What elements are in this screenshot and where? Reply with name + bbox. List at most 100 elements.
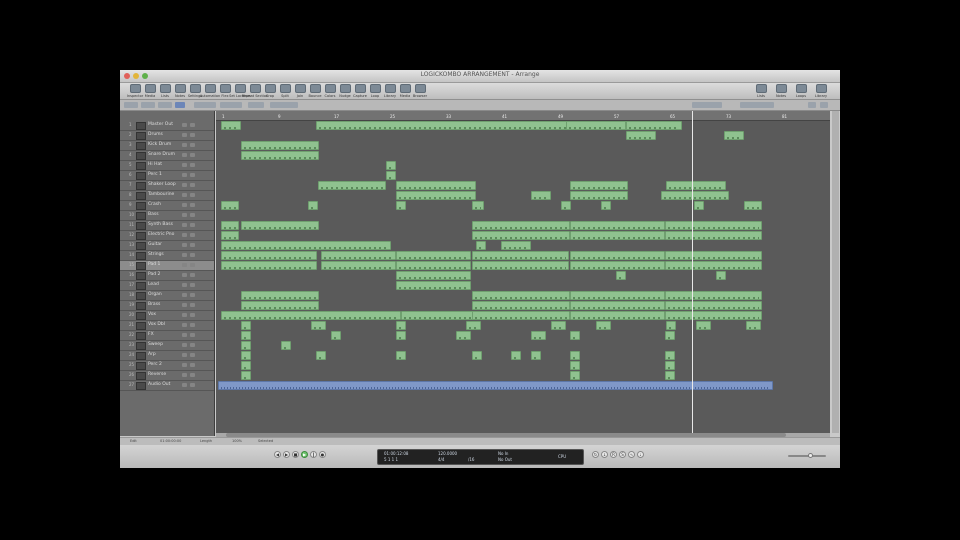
solo-button[interactable] — [190, 143, 195, 147]
rewind-button[interactable]: ◀ — [274, 451, 281, 458]
midi-region[interactable] — [570, 181, 628, 190]
track-name[interactable]: Tambourine — [148, 192, 174, 197]
track-name[interactable]: Sweep — [148, 342, 163, 347]
midi-region[interactable] — [241, 151, 319, 160]
solo-button[interactable] — [190, 193, 195, 197]
midi-region[interactable] — [661, 191, 729, 200]
solo-button[interactable] — [190, 333, 195, 337]
midi-region[interactable] — [396, 331, 406, 340]
midi-region[interactable] — [241, 361, 251, 370]
solo-button[interactable] — [190, 183, 195, 187]
mute-button[interactable] — [182, 133, 187, 137]
solo-button[interactable] — [190, 213, 195, 217]
view-toggle[interactable] — [175, 102, 185, 108]
midi-region[interactable] — [570, 261, 665, 270]
midi-region[interactable] — [241, 331, 251, 340]
mute-button[interactable] — [182, 153, 187, 157]
midi-region[interactable] — [551, 321, 566, 330]
track-name[interactable]: FX — [148, 332, 154, 337]
solo-button[interactable]: S — [619, 451, 626, 458]
midi-region[interactable] — [241, 351, 251, 360]
mute-button[interactable] — [182, 343, 187, 347]
track-name[interactable]: Brass — [148, 302, 160, 307]
midi-region[interactable] — [746, 321, 761, 330]
catch-controls[interactable] — [270, 102, 298, 108]
midi-region[interactable] — [472, 231, 570, 240]
midi-region[interactable] — [331, 331, 341, 340]
toolbar-button-browser[interactable]: Browser — [411, 84, 429, 98]
mute-button[interactable] — [182, 213, 187, 217]
track-header[interactable]: 5 Hi Hat — [120, 161, 214, 171]
track-header[interactable]: 23 Sweep — [120, 341, 214, 351]
pause-button[interactable]: ‖ — [310, 451, 317, 458]
midi-region[interactable] — [665, 251, 762, 260]
midi-region[interactable] — [396, 321, 406, 330]
track-header[interactable]: 16 Pad 2 — [120, 271, 214, 281]
midi-region[interactable] — [321, 261, 396, 270]
mute-button[interactable] — [182, 123, 187, 127]
midi-region[interactable] — [665, 261, 762, 270]
mute-button[interactable] — [182, 243, 187, 247]
track-header[interactable]: 25 Perc 2 — [120, 361, 214, 371]
track-name[interactable]: Electric Pno — [148, 232, 174, 237]
midi-region[interactable] — [396, 201, 406, 210]
track-header[interactable]: 3 Kick Drum — [120, 141, 214, 151]
midi-region[interactable] — [241, 301, 319, 310]
midi-region[interactable] — [665, 351, 675, 360]
midi-region[interactable] — [241, 141, 319, 150]
play-button[interactable]: ▶ — [301, 451, 308, 458]
midi-region[interactable] — [511, 351, 521, 360]
midi-region[interactable] — [396, 351, 406, 360]
solo-button[interactable] — [190, 233, 195, 237]
playhead[interactable] — [692, 111, 693, 433]
track-name[interactable]: Crash — [148, 202, 161, 207]
midi-region[interactable] — [472, 351, 482, 360]
midi-region[interactable] — [396, 251, 471, 260]
track-name[interactable]: Perc 1 — [148, 172, 162, 177]
midi-region[interactable] — [570, 301, 665, 310]
track-header[interactable]: 11 Synth Bass — [120, 221, 214, 231]
arrange-area[interactable]: 1 9 17 25 33 41 49 57 65 73 81 — [216, 111, 830, 433]
mute-button[interactable] — [182, 263, 187, 267]
track-header[interactable]: 13 Guitar — [120, 241, 214, 251]
track-header[interactable]: 7 Shaker Loop — [120, 181, 214, 191]
mute-button[interactable] — [182, 333, 187, 337]
midi-region[interactable] — [221, 241, 391, 250]
midi-region[interactable] — [616, 271, 626, 280]
mute-button[interactable] — [182, 383, 187, 387]
midi-region[interactable] — [561, 201, 571, 210]
midi-region[interactable] — [466, 321, 481, 330]
midi-region[interactable] — [665, 311, 762, 320]
midi-region[interactable] — [221, 121, 241, 130]
midi-region[interactable] — [241, 341, 251, 350]
mute-button[interactable] — [182, 283, 187, 287]
track-header[interactable]: 12 Electric Pno — [120, 231, 214, 241]
ffwd-button[interactable]: ▶ — [283, 451, 290, 458]
track-header[interactable]: 8 Tambourine — [120, 191, 214, 201]
track-name[interactable]: Pad 2 — [148, 272, 160, 277]
midi-region[interactable] — [472, 301, 570, 310]
mute-button[interactable] — [182, 353, 187, 357]
bar-ruler[interactable]: 1 9 17 25 33 41 49 57 65 73 81 — [216, 111, 830, 121]
midi-region[interactable] — [724, 131, 744, 140]
audio-menu[interactable] — [220, 102, 242, 108]
track-header[interactable]: 22 FX — [120, 331, 214, 341]
midi-region[interactable] — [694, 201, 704, 210]
metronome-button[interactable]: ♩ — [637, 451, 644, 458]
toolbar-right-lists[interactable]: Lists — [752, 84, 770, 98]
track-name[interactable]: Arp — [148, 352, 156, 357]
solo-button[interactable] — [190, 263, 195, 267]
track-menu[interactable] — [141, 102, 155, 108]
midi-region[interactable] — [570, 231, 665, 240]
pointer-tool-icon[interactable] — [808, 102, 816, 108]
snap-menu[interactable] — [692, 102, 722, 108]
solo-button[interactable] — [190, 253, 195, 257]
solo-button[interactable] — [190, 363, 195, 367]
midi-region[interactable] — [570, 311, 665, 320]
midi-region[interactable] — [316, 351, 326, 360]
track-name[interactable]: Bass — [148, 212, 159, 217]
mute-button[interactable] — [182, 273, 187, 277]
track-name[interactable]: Master Out — [148, 122, 173, 127]
track-lanes[interactable] — [216, 121, 830, 433]
solo-button[interactable] — [190, 163, 195, 167]
